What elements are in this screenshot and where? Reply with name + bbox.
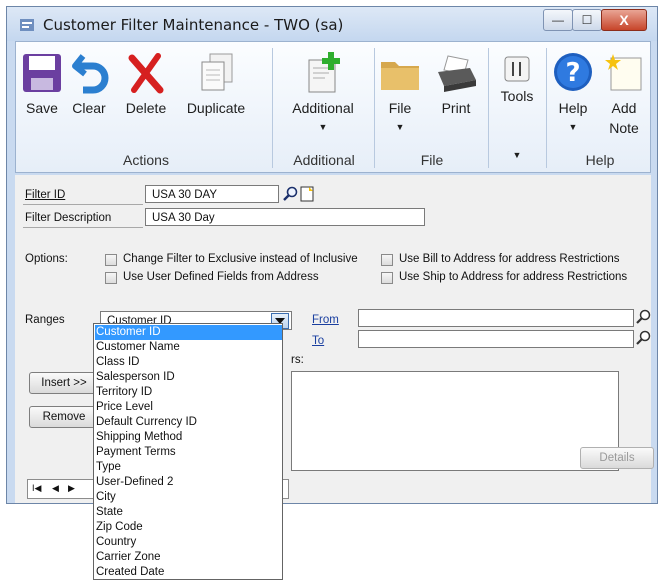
svg-text:?: ?: [565, 58, 580, 88]
dropdown-option[interactable]: Type: [95, 460, 282, 475]
dropdown-option[interactable]: Created Date: [95, 565, 282, 580]
dropdown-option[interactable]: Default Currency ID: [95, 415, 282, 430]
separator: [546, 48, 547, 168]
dropdown-option[interactable]: Payment Terms: [95, 445, 282, 460]
ranges-dropdown-list[interactable]: Customer ID Customer Name Class ID Salesper…: [93, 323, 283, 580]
divider: [23, 204, 143, 205]
filter-description-label: Filter Description: [25, 212, 112, 224]
first-record-icon[interactable]: I◀: [32, 483, 41, 494]
ribbon: Save Clear Delete Duplicate Additional ▼…: [15, 41, 651, 173]
to-lookup-icon[interactable]: [636, 330, 652, 346]
filter-description-field[interactable]: USA 30 Day: [145, 208, 425, 226]
dropdown-option[interactable]: Customer ID: [95, 325, 282, 340]
close-button[interactable]: X: [601, 9, 647, 31]
window-title: Customer Filter Maintenance - TWO (sa): [43, 16, 344, 34]
filter-id-field[interactable]: USA 30 DAY: [145, 185, 279, 203]
additional-chevron-down-icon: ▼: [318, 122, 328, 132]
restrictions-label: rs:: [291, 354, 304, 366]
note-icon[interactable]: [299, 186, 315, 202]
clear-button[interactable]: Clear: [64, 42, 114, 142]
lookup-icon[interactable]: [283, 186, 299, 202]
duplicate-icon: [201, 53, 233, 91]
tools-icon: [504, 56, 530, 82]
help-chevron-down-icon: ▼: [568, 122, 578, 132]
help-button[interactable]: ? Help ▼: [548, 42, 598, 142]
file-chevron-down-icon: ▼: [395, 122, 405, 132]
from-link[interactable]: From: [312, 314, 339, 326]
divider: [23, 227, 143, 228]
help-icon: ?: [554, 53, 592, 91]
dropdown-option[interactable]: Carrier Zone: [95, 550, 282, 565]
save-icon: [23, 54, 61, 92]
print-icon: [438, 55, 476, 92]
dropdown-option[interactable]: Customer Name: [95, 340, 282, 355]
dropdown-option[interactable]: Salesperson ID: [95, 370, 282, 385]
close-icon: X: [619, 12, 629, 28]
separator: [272, 48, 273, 168]
bill-to-label: Use Bill to Address for address Restrict…: [399, 253, 620, 265]
dropdown-option[interactable]: User-Defined 2: [95, 475, 282, 490]
user-defined-checkbox[interactable]: [105, 272, 117, 284]
group-label-file: File: [420, 152, 444, 168]
details-button[interactable]: Details: [580, 447, 654, 469]
dropdown-option[interactable]: Country: [95, 535, 282, 550]
app-icon: [20, 19, 34, 31]
next-record-icon[interactable]: ▶: [68, 483, 75, 494]
group-label-help: Help: [585, 152, 615, 168]
exclusive-label: Change Filter to Exclusive instead of In…: [123, 253, 358, 265]
group-label-additional: Additional: [293, 152, 355, 168]
dropdown-option[interactable]: State: [95, 505, 282, 520]
tools-button[interactable]: Tools ▼: [492, 42, 542, 160]
restrictions-list[interactable]: [291, 371, 619, 471]
dropdown-option[interactable]: Zip Code: [95, 520, 282, 535]
file-icon: [381, 62, 419, 90]
to-link[interactable]: To: [312, 335, 324, 347]
ship-to-checkbox[interactable]: [381, 272, 393, 284]
dropdown-option[interactable]: Class ID: [95, 355, 282, 370]
delete-icon: [128, 53, 164, 94]
to-field[interactable]: [358, 330, 634, 348]
remove-button[interactable]: Remove: [29, 406, 99, 428]
previous-record-icon[interactable]: ◀: [52, 483, 59, 494]
dropdown-option[interactable]: Shipping Method: [95, 430, 282, 445]
dropdown-option[interactable]: City: [95, 490, 282, 505]
save-button[interactable]: Save: [22, 42, 62, 142]
maximize-icon: ☐: [581, 13, 593, 27]
duplicate-button[interactable]: Duplicate: [180, 42, 252, 142]
additional-icon: [308, 52, 340, 93]
add-note-button[interactable]: Add Note: [600, 42, 648, 142]
filter-id-label: Filter ID: [25, 189, 66, 201]
title-bar[interactable]: Customer Filter Maintenance - TWO (sa) —…: [7, 7, 657, 41]
from-field[interactable]: [358, 309, 634, 327]
clear-icon: [72, 54, 109, 94]
maximize-button[interactable]: ☐: [572, 9, 602, 31]
insert-button[interactable]: Insert >>: [29, 372, 99, 394]
options-label: Options:: [25, 253, 68, 265]
group-label-actions: Actions: [123, 152, 169, 168]
from-lookup-icon[interactable]: [636, 309, 652, 325]
file-button[interactable]: File ▼: [378, 42, 422, 142]
additional-button[interactable]: Additional ▼: [278, 42, 368, 142]
ship-to-label: Use Ship to Address for address Restrict…: [399, 271, 628, 283]
tools-chevron-down-icon: ▼: [512, 150, 522, 160]
dropdown-option[interactable]: Territory ID: [95, 385, 282, 400]
print-button[interactable]: Print: [430, 42, 482, 142]
minimize-button[interactable]: —: [543, 9, 573, 31]
ranges-label: Ranges: [25, 314, 65, 326]
bill-to-checkbox[interactable]: [381, 254, 393, 266]
separator: [488, 48, 489, 168]
delete-button[interactable]: Delete: [116, 42, 176, 142]
add-note-icon: [605, 54, 642, 91]
user-defined-label: Use User Defined Fields from Address: [123, 271, 319, 283]
separator: [374, 48, 375, 168]
exclusive-checkbox[interactable]: [105, 254, 117, 266]
minimize-icon: —: [552, 13, 564, 27]
dropdown-option[interactable]: Price Level: [95, 400, 282, 415]
